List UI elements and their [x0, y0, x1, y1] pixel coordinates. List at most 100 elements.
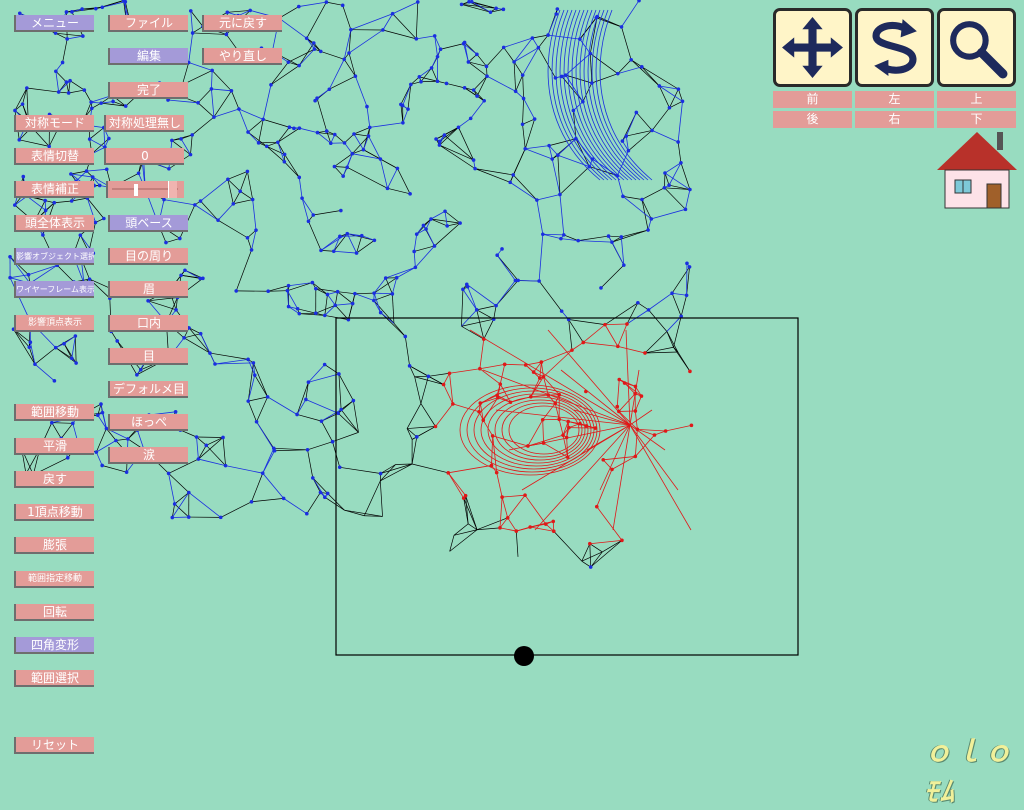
mesh-edge [255, 375, 268, 397]
reset-button[interactable]: リセット [14, 737, 94, 754]
mesh-vertex [434, 137, 438, 141]
mesh-edge [343, 5, 351, 29]
mesh-vertex [314, 287, 318, 291]
mesh-vertex [472, 158, 476, 162]
undo-button[interactable]: 元に戻す [202, 15, 282, 32]
home-icon[interactable] [937, 130, 1017, 212]
slider-thumb[interactable] [134, 184, 138, 196]
mesh-edge [284, 498, 307, 513]
mesh-edge [496, 280, 515, 305]
mesh-edge [417, 427, 436, 437]
smooth-button[interactable]: 平滑 [14, 438, 94, 455]
mesh-edge [444, 373, 450, 384]
selection-rectangle[interactable] [336, 318, 798, 655]
mesh-edge [299, 43, 314, 66]
mesh-vertex [500, 247, 504, 251]
mesh-vertex [27, 345, 31, 349]
mesh-edge [35, 364, 54, 381]
quad-deform-button[interactable]: 四角変形 [14, 637, 94, 654]
inflate-button[interactable]: 膨張 [14, 537, 94, 554]
mesh-edge [299, 177, 302, 198]
menu-button[interactable]: メニュー [14, 15, 94, 32]
mesh-vertex [620, 539, 624, 543]
mesh-edge [228, 171, 248, 179]
mesh-vertex [139, 368, 143, 372]
mesh-vertex [61, 61, 65, 65]
mesh-vertex [333, 133, 337, 137]
mesh-vertex [663, 171, 667, 175]
expression-correct-button[interactable]: 表情補正 [14, 181, 94, 198]
view-top-button[interactable]: 上 [937, 91, 1016, 108]
file-button[interactable]: ファイル [108, 15, 188, 32]
single-vertex-move-button[interactable]: 1頂点移動 [14, 504, 94, 521]
mesh-edge [618, 324, 627, 346]
view-bottom-button[interactable]: 下 [937, 111, 1016, 128]
mesh-vertex [50, 421, 54, 425]
done-button[interactable]: 完了 [108, 82, 188, 99]
mesh-vertex [107, 137, 111, 141]
pivot-handle[interactable] [514, 646, 534, 666]
mesh-vertex [33, 362, 37, 366]
edit-button[interactable]: 編集 [108, 48, 188, 65]
around-eyes-button[interactable]: 目の周り [108, 248, 188, 265]
mesh-edge [393, 2, 418, 14]
mesh-vertex [521, 122, 525, 126]
tear-button[interactable]: 涙 [108, 447, 188, 464]
mesh-edge [374, 300, 394, 323]
eyebrow-button[interactable]: 眉 [108, 281, 188, 298]
range-select-button[interactable]: 範囲選択 [14, 670, 94, 687]
mesh-vertex [458, 221, 462, 225]
mesh-edge [642, 67, 660, 86]
mesh-edge [541, 362, 543, 377]
head-display-button[interactable]: 頭全体表示 [14, 215, 94, 232]
mesh-vertex [610, 468, 614, 472]
expression-value-field[interactable]: 0 [104, 148, 184, 165]
mesh-vertex [246, 170, 250, 174]
cheek-button[interactable]: ほっぺ [108, 414, 188, 431]
mesh-vertex [354, 74, 358, 78]
mesh-edge [667, 331, 678, 352]
mesh-edge [448, 465, 491, 472]
mouth-inside-button[interactable]: 口内 [108, 315, 188, 332]
deformed-eye-button[interactable]: デフォルメ目 [108, 381, 188, 398]
move-tool-button[interactable] [773, 8, 852, 87]
mesh-edge [253, 200, 256, 231]
range-specified-move-button[interactable]: 範囲指定移動 [14, 571, 94, 588]
view-left-button[interactable]: 左 [855, 91, 934, 108]
mesh-edge [609, 236, 622, 237]
mesh-edge [635, 396, 641, 411]
range-move-button[interactable]: 範囲移動 [14, 404, 94, 421]
expression-slider[interactable] [106, 181, 184, 198]
zoom-tool-button[interactable] [937, 8, 1016, 87]
mesh-vertex [70, 356, 74, 360]
mesh-edge [252, 473, 263, 502]
mesh-edge [267, 146, 285, 154]
mesh-vertex [463, 86, 467, 90]
view-right-button[interactable]: 右 [855, 111, 934, 128]
rotate-tool-button[interactable] [855, 8, 934, 87]
mesh-edge [279, 18, 307, 38]
mesh-vertex [325, 129, 329, 133]
redo-button[interactable]: やり直し [202, 48, 282, 65]
expression-switch-button[interactable]: 表情切替 [14, 148, 94, 165]
mesh-vertex [313, 99, 317, 103]
mesh-edge [14, 329, 35, 364]
mesh-vertex [266, 289, 270, 293]
mesh-edge [61, 423, 73, 438]
wireframe-display-button[interactable]: ワイヤーフレーム表示 [14, 281, 94, 298]
symmetry-value-button[interactable]: 対称処理無し [104, 115, 184, 132]
view-back-button[interactable]: 後 [773, 111, 852, 128]
affect-object-select-button[interactable]: 影響オブジェクト選択 [14, 248, 94, 265]
view-front-button[interactable]: 前 [773, 91, 852, 108]
affect-vertex-display-button[interactable]: 影響頂点表示 [14, 315, 94, 332]
mesh-vertex [238, 189, 242, 193]
slider-right-end[interactable] [168, 181, 177, 198]
mesh-vertex [312, 41, 316, 45]
mesh-vertex [379, 472, 383, 476]
eye-button[interactable]: 目 [108, 348, 188, 365]
mesh-vertex [255, 420, 259, 424]
rotate-button[interactable]: 回転 [14, 604, 94, 621]
symmetry-mode-button[interactable]: 対称モード [14, 115, 94, 132]
revert-button[interactable]: 戻す [14, 471, 94, 488]
head-base-button[interactable]: 頭ベース [108, 215, 188, 232]
